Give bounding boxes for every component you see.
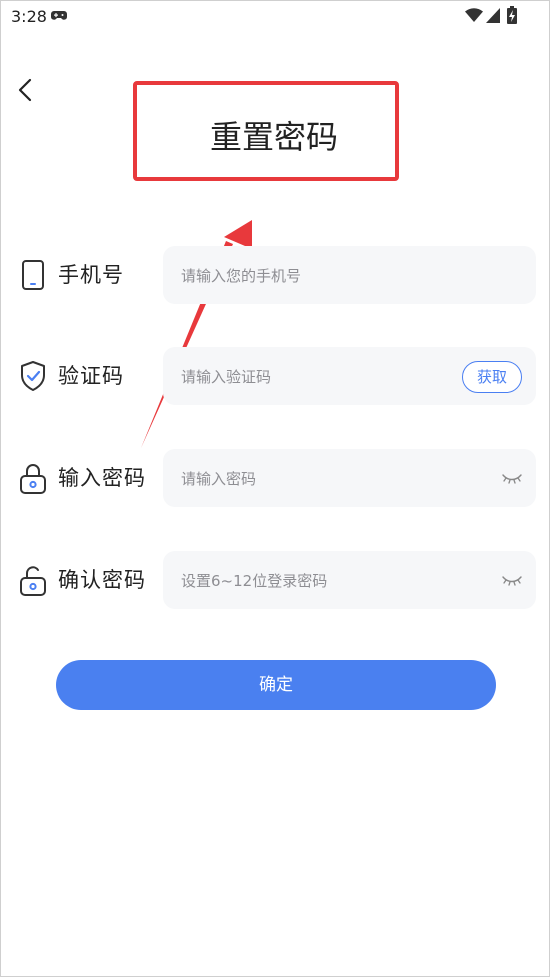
- confirm-password-label: 确认密码: [58, 568, 146, 592]
- signal-icon: [486, 8, 500, 23]
- password-label: 输入密码: [58, 466, 146, 490]
- unlock-icon: [20, 566, 46, 596]
- confirm-password-row: 确认密码: [0, 551, 550, 611]
- lock-icon: [20, 464, 46, 494]
- status-bar: 3:28: [0, 0, 550, 34]
- status-time: 3:28: [11, 7, 47, 26]
- password-input-box: [163, 449, 536, 509]
- phone-row: 手机号: [0, 246, 550, 306]
- eye-closed-icon[interactable]: [502, 471, 522, 485]
- gamepad-icon: [51, 11, 67, 20]
- code-input[interactable]: [179, 347, 463, 407]
- battery-charging-icon: [507, 6, 517, 24]
- phone-label: 手机号: [58, 263, 124, 287]
- chevron-left-icon: [18, 78, 32, 102]
- phone-icon: [22, 260, 44, 290]
- password-input[interactable]: [179, 449, 463, 509]
- code-input-box: 获取: [163, 347, 536, 407]
- password-row: 输入密码: [0, 449, 550, 509]
- code-row: 验证码 获取: [0, 347, 550, 407]
- phone-input-box: [163, 246, 536, 306]
- confirm-button[interactable]: 确定: [56, 660, 496, 710]
- code-label: 验证码: [58, 364, 124, 388]
- shield-icon: [21, 361, 45, 391]
- confirm-password-input-box: [163, 551, 536, 611]
- phone-input[interactable]: [179, 246, 463, 306]
- wifi-icon: [465, 8, 483, 22]
- back-button[interactable]: [14, 77, 38, 103]
- confirm-password-input[interactable]: [179, 551, 463, 611]
- eye-closed-icon[interactable]: [502, 573, 522, 587]
- get-code-button[interactable]: 获取: [462, 361, 522, 393]
- annotation-highlight-box: [133, 81, 399, 181]
